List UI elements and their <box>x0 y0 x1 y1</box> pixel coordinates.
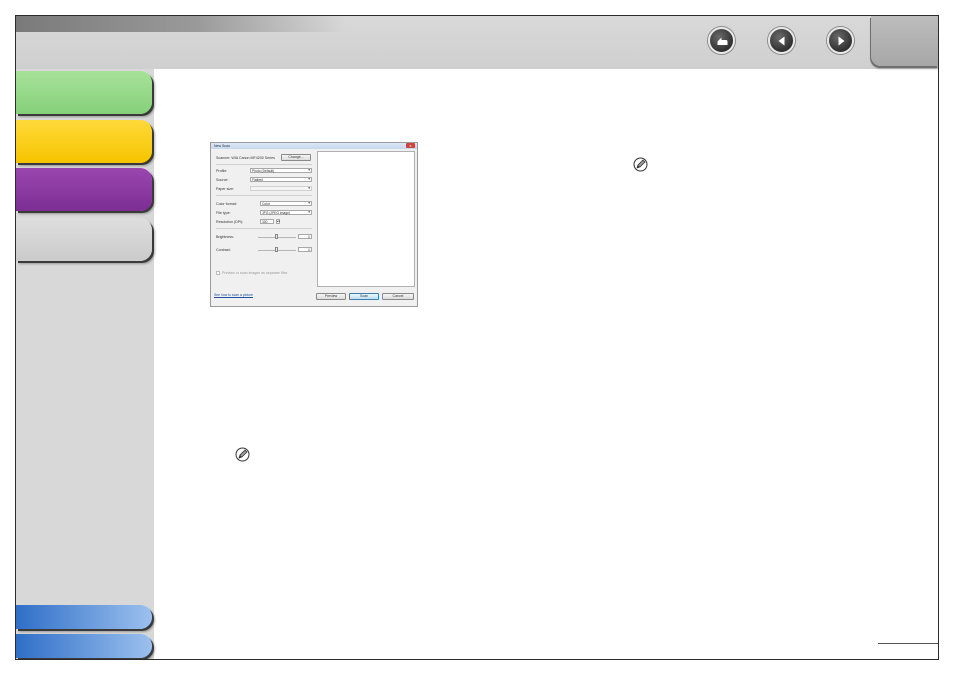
sidebar-tab-blue-upper[interactable] <box>16 605 152 629</box>
scan-preview-area <box>317 151 415 287</box>
divider <box>216 228 312 229</box>
next-page-button[interactable] <box>827 27 854 54</box>
help-link[interactable]: See how to scan a picture <box>214 293 253 297</box>
header-accent-stripe <box>16 16 346 32</box>
brightness-input[interactable]: 0 <box>298 234 312 239</box>
contrast-slider-thumb[interactable] <box>275 247 278 252</box>
scan-button[interactable]: Scan <box>349 293 379 300</box>
color-format-select[interactable]: Color <box>260 201 312 206</box>
brightness-slider-thumb[interactable] <box>275 234 278 239</box>
pencil-note-icon <box>235 447 250 462</box>
preview-button[interactable]: Preview <box>316 293 346 300</box>
corner-index-tab[interactable] <box>871 16 938 66</box>
pencil-note-icon <box>633 157 648 172</box>
sidebar <box>16 69 154 659</box>
contrast-label: Contrast: <box>216 248 231 252</box>
contrast-input[interactable]: 0 <box>298 247 312 252</box>
dialog-settings-panel: Scanner: WIA Canon MF4200 Series Change.… <box>214 151 314 291</box>
brightness-label: Brightness: <box>216 235 234 239</box>
page-frame: New Scan x Scanner: WIA Canon MF4200 Ser… <box>15 15 939 660</box>
change-scanner-button[interactable]: Change... <box>281 154 311 161</box>
right-triangle-icon <box>838 36 844 45</box>
file-type-select[interactable]: JPG (JPEG image) <box>260 210 312 215</box>
profile-select[interactable]: Photo (Default) <box>250 168 312 173</box>
dialog-titlebar: New Scan x <box>211 143 417 149</box>
footer-rule <box>878 643 938 644</box>
divider <box>216 195 312 196</box>
cancel-button[interactable]: Cancel <box>382 293 414 300</box>
scanner-label: Scanner: WIA Canon MF4200 Series <box>216 156 275 160</box>
back-button[interactable] <box>708 27 735 54</box>
source-select[interactable]: Flatbed <box>250 177 312 182</box>
paper-size-label: Paper size: <box>216 187 234 191</box>
left-triangle-icon <box>778 36 784 45</box>
main-content: New Scan x Scanner: WIA Canon MF4200 Ser… <box>154 69 938 659</box>
file-type-label: File type: <box>216 211 231 215</box>
sidebar-tab-green[interactable] <box>16 71 152 114</box>
paper-size-select[interactable] <box>250 186 312 191</box>
preview-separate-checkbox[interactable] <box>216 271 220 275</box>
source-label: Source: <box>216 178 229 182</box>
new-scan-dialog-screenshot: New Scan x Scanner: WIA Canon MF4200 Ser… <box>210 142 418 307</box>
return-arrow-icon <box>717 37 727 45</box>
sidebar-tab-purple[interactable] <box>16 168 152 211</box>
previous-page-button[interactable] <box>768 27 795 54</box>
sidebar-tab-blue-lower[interactable] <box>16 634 152 658</box>
sidebar-tab-gray[interactable] <box>16 218 152 261</box>
dialog-close-button[interactable]: x <box>406 143 415 148</box>
divider <box>216 164 312 165</box>
preview-separate-label: Preview or scan images as separate files <box>222 271 288 275</box>
sidebar-tab-yellow[interactable] <box>16 120 152 163</box>
dialog-title: New Scan <box>214 144 230 148</box>
resolution-label: Resolution (DPI): <box>216 220 244 224</box>
resolution-input[interactable]: 300 <box>260 219 274 224</box>
header-bar <box>16 16 938 69</box>
color-format-label: Color format: <box>216 202 237 206</box>
resolution-spinner[interactable]: ▴▾ <box>276 219 280 224</box>
profile-label: Profile: <box>216 169 228 173</box>
